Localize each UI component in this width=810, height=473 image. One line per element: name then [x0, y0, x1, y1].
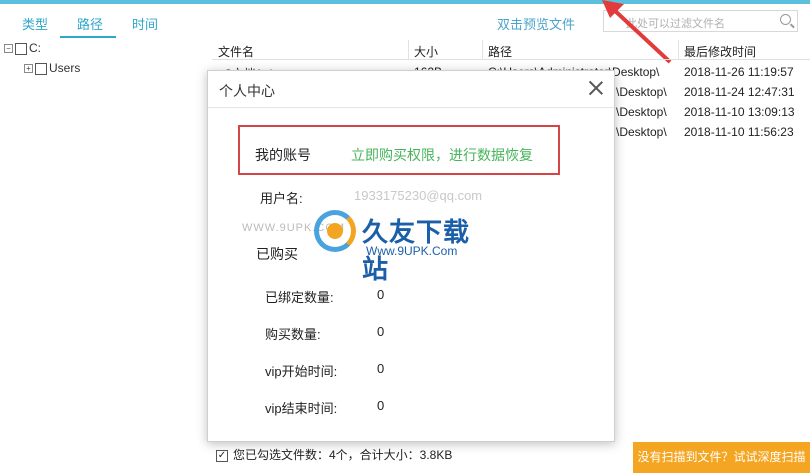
- view-tabs: 类型 路径 时间: [0, 6, 200, 38]
- username-value: 1933175230@qq.com: [354, 188, 483, 203]
- file-path-cell: \Desktop\: [616, 125, 667, 139]
- column-divider[interactable]: [482, 40, 483, 60]
- tree-checkbox[interactable]: [15, 42, 27, 55]
- collapse-icon[interactable]: −: [4, 44, 13, 54]
- column-divider[interactable]: [408, 40, 409, 60]
- account-label: 我的账号: [255, 147, 311, 163]
- tree-node-label: C:: [29, 41, 41, 55]
- file-modified-cell: 2018-11-26 11:19:57: [684, 65, 794, 79]
- column-header-name[interactable]: 文件名: [218, 43, 254, 60]
- purchased-section-label: 已购买: [256, 246, 298, 262]
- tree-node-users[interactable]: + Users: [4, 60, 80, 80]
- selection-summary: ✓ 您已勾选文件数：4个，合计大小：3.8KB: [216, 446, 452, 463]
- tree-node-label: Users: [49, 61, 81, 75]
- vip-end-label: vip结束时间:: [265, 401, 338, 416]
- file-table-header: 文件名 大小 路径 最后修改时间: [212, 40, 810, 60]
- bound-count-label: 已绑定数量:: [265, 290, 334, 305]
- column-header-size[interactable]: 大小: [414, 43, 438, 60]
- top-accent-bar: [0, 0, 810, 4]
- tab-type[interactable]: 类型: [22, 14, 48, 33]
- vip-end-value: 0: [377, 398, 385, 413]
- tree-node-c[interactable]: − C:: [4, 40, 80, 60]
- purchase-count-value: 0: [377, 324, 385, 339]
- username-label: 用户名:: [260, 191, 303, 206]
- file-modified-cell: 2018-11-10 11:56:23: [684, 125, 794, 139]
- watermark-logo-core: [327, 223, 343, 239]
- watermark-subtitle: Www.9UPK.Com: [366, 244, 458, 258]
- select-all-checkbox[interactable]: ✓: [216, 449, 228, 462]
- file-modified-cell: 2018-11-10 13:09:13: [684, 105, 795, 119]
- column-header-path[interactable]: 路径: [488, 43, 512, 60]
- selection-summary-text: 您已勾选文件数：4个，合计大小：3.8KB: [233, 448, 453, 462]
- bound-count-value: 0: [377, 287, 385, 302]
- close-icon[interactable]: [588, 80, 604, 96]
- file-path-cell: \Desktop\: [616, 105, 667, 119]
- file-modified-cell: 2018-11-24 12:47:31: [684, 85, 795, 99]
- column-divider[interactable]: [678, 40, 679, 60]
- active-tab-underline: [60, 36, 116, 38]
- expand-icon[interactable]: +: [24, 64, 33, 74]
- tab-path[interactable]: 路径: [77, 14, 103, 33]
- folder-tree: − C: + Users: [4, 40, 80, 80]
- site-watermark-logo: 久友下载站 Www.9UPK.Com: [314, 210, 494, 284]
- dialog-divider: [208, 107, 614, 108]
- search-icon[interactable]: [780, 14, 791, 25]
- preview-file-link[interactable]: 双击预览文件: [497, 14, 575, 33]
- buy-permission-link[interactable]: 立即购买权限，进行数据恢复: [351, 145, 533, 165]
- vip-start-label: vip开始时间:: [265, 364, 338, 379]
- tab-time[interactable]: 时间: [132, 14, 158, 33]
- dialog-title: 个人中心: [219, 83, 275, 99]
- file-path-cell: \Desktop\: [616, 85, 667, 99]
- column-header-modified[interactable]: 最后修改时间: [684, 43, 756, 60]
- purchase-count-label: 购买数量:: [265, 327, 321, 342]
- deep-scan-button[interactable]: 没有扫描到文件？试试深度扫描: [633, 442, 810, 473]
- tree-checkbox[interactable]: [35, 62, 47, 75]
- vip-start-value: 0: [377, 361, 385, 376]
